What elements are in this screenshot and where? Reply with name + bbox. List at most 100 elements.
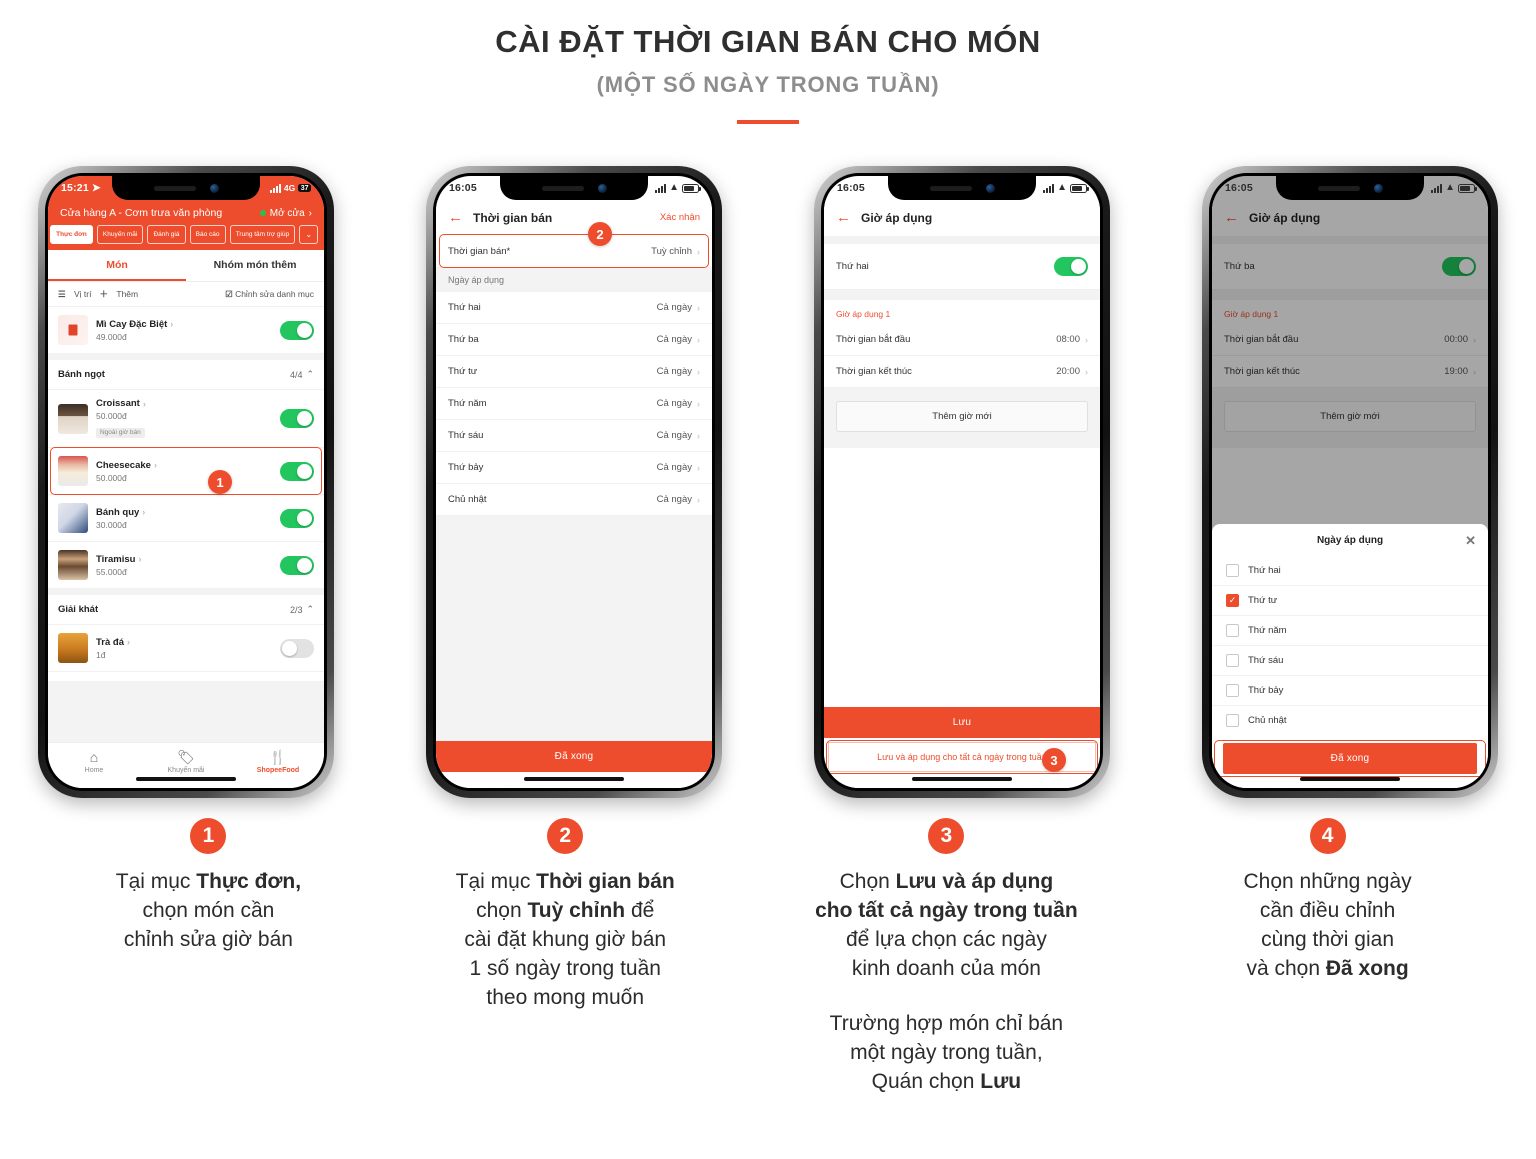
dish-toggle[interactable] <box>280 461 314 481</box>
camera-icon <box>597 183 607 193</box>
row-day-thursday[interactable]: Thứ năm Cả ngày › <box>436 388 712 420</box>
checkbox-label: Thứ bảy <box>1248 685 1284 696</box>
menu-list[interactable]: Mì Cay Đặc Biệt › 49.000đ Bánh ngọt 4/4 ⌃ … <box>48 307 324 742</box>
dish-price: 30.000đ <box>96 519 127 530</box>
sheet-done-button[interactable]: Đã xong <box>1223 743 1477 774</box>
checkbox-icon[interactable] <box>1226 564 1239 577</box>
checkbox-icon[interactable] <box>1226 624 1239 637</box>
edit-category-button[interactable]: ☑ Chỉnh sửa danh mục <box>225 289 314 300</box>
battery-level: 37 <box>298 184 311 192</box>
dish-toggle[interactable] <box>280 409 314 429</box>
nav-home[interactable]: ⌂ Home <box>48 749 140 774</box>
done-button[interactable]: Đã xong <box>436 741 712 772</box>
page-subtitle: (MỘT SỐ NGÀY TRONG TUẦN) <box>596 72 940 97</box>
caption-number: 2 <box>547 818 584 854</box>
day-value: Cả ngày <box>656 334 692 345</box>
row-day-toggle[interactable]: Thứ hai <box>824 244 1100 290</box>
row-day-friday[interactable]: Thứ sáu Cả ngày › <box>436 420 712 452</box>
row-selling-time[interactable]: Thời gian bán* Tuỳ chỉnh › <box>436 236 712 268</box>
nav-title: Thời gian bán <box>473 210 553 225</box>
segment-nhom-mon-them[interactable]: Nhóm món thêm <box>186 250 324 281</box>
tab-bao-cao[interactable]: Báo cáo <box>189 225 226 245</box>
list-item[interactable]: Tiramisu › 55.000đ <box>48 542 324 590</box>
chevron-right-icon: › <box>697 398 700 409</box>
tab-trung-tam-tro-giup[interactable]: Trung tâm trợ giúp <box>229 225 296 245</box>
start-time-value: 08:00 <box>1056 334 1080 345</box>
checkbox-checked-icon[interactable]: ✓ <box>1226 594 1239 607</box>
row-end-time[interactable]: Thời gian kết thúc 20:00 › <box>824 356 1100 388</box>
back-arrow-icon[interactable]: ← <box>448 210 463 225</box>
tab-danh-gia[interactable]: Đánh giá <box>147 225 186 245</box>
checkbox-icon[interactable] <box>1226 654 1239 667</box>
list-item[interactable]: Croissant › 50.000đ Ngoài giờ bán <box>48 390 324 449</box>
chevron-down-icon[interactable]: ⌄ <box>299 225 319 245</box>
dish-toggle[interactable] <box>280 555 314 575</box>
home-indicator <box>1300 777 1400 781</box>
group-header-giai-khat[interactable]: Giải khát 2/3 ⌃ <box>48 589 324 626</box>
tab-khuyen-mai[interactable]: Khuyến mãi <box>96 225 144 245</box>
checkbox-row-sunday[interactable]: Chủ nhật <box>1212 706 1488 735</box>
end-time-label: Thời gian kết thúc <box>836 366 912 377</box>
menu-segment-control: Món Nhóm món thêm <box>48 250 324 283</box>
home-icon: ⌂ <box>89 749 99 765</box>
list-item[interactable]: Trà đá › 1đ <box>48 625 324 673</box>
row-day-tuesday[interactable]: Thứ ba Cả ngày › <box>436 324 712 356</box>
chevron-right-icon: › <box>697 494 700 505</box>
list-item[interactable]: Mì Cay Đặc Biệt › 49.000đ <box>48 307 324 355</box>
tab-thuc-don[interactable]: Thực đơn <box>50 225 93 245</box>
day-value: Cả ngày <box>656 398 692 409</box>
nav-promotions[interactable]: 🏷 Khuyến mãi <box>140 749 232 774</box>
end-time-value: 20:00 <box>1056 366 1080 377</box>
status-time: 16:05 <box>1225 182 1253 194</box>
segment-mon[interactable]: Món <box>48 250 186 282</box>
day-label: Chủ nhật <box>448 494 487 505</box>
back-arrow-icon[interactable]: ← <box>836 210 851 225</box>
day-toggle[interactable] <box>1054 257 1088 276</box>
row-day-saturday[interactable]: Thứ bảy Cả ngày › <box>436 452 712 484</box>
list-item[interactable]: Cheesecake › 50.000đ <box>48 447 324 496</box>
close-icon[interactable]: ✕ <box>1465 533 1476 549</box>
status-dot-icon <box>259 210 266 216</box>
position-button[interactable]: ☰ Vị trí <box>58 289 91 300</box>
checkbox-label: Chủ nhật <box>1248 715 1287 726</box>
chevron-right-icon: › <box>697 366 700 377</box>
add-time-slot-button[interactable]: Thêm giờ mới <box>836 401 1088 432</box>
checkbox-row-saturday[interactable]: Thứ bảy <box>1212 676 1488 706</box>
caption-step-3: 3 Chọn Lưu và áp dụng cho tất cả ngày tro… <box>744 818 1150 1097</box>
group-header-banh-ngot[interactable]: Bánh ngọt 4/4 ⌃ <box>48 354 324 391</box>
dish-toggle[interactable] <box>280 320 314 340</box>
checkbox-icon[interactable] <box>1226 684 1239 697</box>
confirm-button[interactable]: Xác nhận <box>660 212 700 223</box>
day-value: Cả ngày <box>656 462 692 473</box>
battery-icon <box>1070 183 1089 193</box>
checkbox-row-wednesday[interactable]: ✓ Thứ tư <box>1212 586 1488 616</box>
nav-shopeefood[interactable]: 🍴 ShopeeFood <box>232 749 324 774</box>
checkbox-row-friday[interactable]: Thứ sáu <box>1212 646 1488 676</box>
checkbox-row-monday[interactable]: Thứ hai <box>1212 556 1488 586</box>
chevron-right-icon: › <box>697 334 700 345</box>
save-button[interactable]: Lưu <box>824 707 1100 738</box>
home-indicator <box>524 777 624 781</box>
page-title: CÀI ĐẶT THỜI GIAN BÁN CHO MÓN <box>495 24 1041 59</box>
dish-toggle[interactable] <box>280 638 314 658</box>
row-day-sunday[interactable]: Chủ nhật Cả ngày › <box>436 484 712 516</box>
dish-name: Cheesecake <box>96 459 151 471</box>
phone-notch <box>112 176 260 200</box>
list-item[interactable]: Bánh quy › 30.000đ <box>48 495 324 543</box>
caption-text-secondary: Trường hợp món chỉ bán một ngày trong tuầ… <box>829 1011 1064 1093</box>
row-day-wednesday[interactable]: Thứ tư Cả ngày › <box>436 356 712 388</box>
add-button[interactable]: ＋ Thêm <box>99 288 138 300</box>
shop-header[interactable]: Cửa hàng A - Cơm trưa văn phòng Mở cửa › <box>48 200 324 225</box>
chevron-up-icon: ⌃ <box>306 604 314 615</box>
checkbox-icon[interactable] <box>1226 714 1239 727</box>
checkbox-row-thursday[interactable]: Thứ năm <box>1212 616 1488 646</box>
dish-name: Bánh quy <box>96 506 140 518</box>
row-start-time[interactable]: Thời gian bắt đầu 08:00 › <box>824 324 1100 356</box>
list-item[interactable] <box>48 672 324 683</box>
dish-thumbnail <box>58 503 88 534</box>
dish-toggle[interactable] <box>280 508 314 528</box>
battery-icon <box>682 183 701 193</box>
day-label: Thứ bảy <box>448 462 484 473</box>
row-day-monday[interactable]: Thứ hai Cả ngày › <box>436 292 712 324</box>
shop-status[interactable]: Mở cửa › <box>259 208 312 219</box>
